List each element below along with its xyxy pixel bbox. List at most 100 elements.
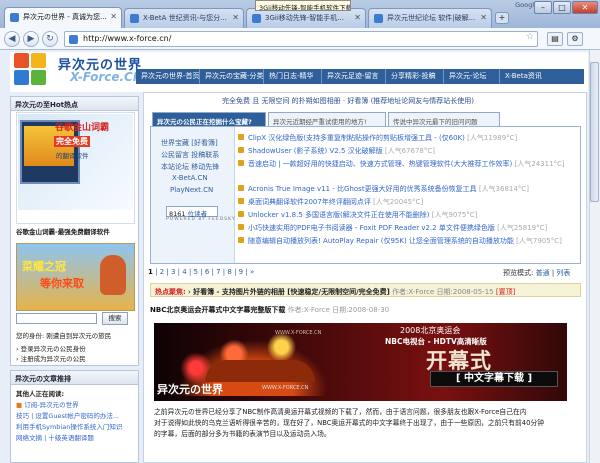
feed-item[interactable]: ShadowUser (影子系统) V2.5 汉化破解版 [人气67678°C]: [238, 146, 578, 156]
page-link[interactable]: 9: [239, 268, 243, 276]
feed-item[interactable]: Unlocker v1.8.5 多国语言版(解决文件正在使用不能删除) [人气9…: [238, 210, 578, 220]
hot-label: 热点聚焦:: [155, 288, 186, 296]
forward-icon[interactable]: ▶: [23, 31, 39, 47]
browser-tab-4[interactable]: 异次元世纪论坛 软件|破解... ✕: [368, 8, 492, 28]
feed-counter[interactable]: 8161 位读者: [166, 206, 218, 218]
tab-old-questions[interactable]: 传说中异次元最下的旧问问题: [388, 112, 500, 126]
new-tab-button[interactable]: +: [495, 12, 509, 24]
article-header[interactable]: NBC北京奥运会开幕式中文字幕完整版下载 作者:X-Force 日期:2008-…: [150, 305, 581, 315]
feed-item[interactable]: 小巧快速实用的PDF电子书阅读器 - Foxit PDF Reader v2.2…: [238, 223, 578, 233]
hot-meta: 作者:X-Force 日期:2008-05-15: [392, 288, 494, 296]
preview-normal-link[interactable]: 普通: [536, 269, 550, 277]
page-link[interactable]: 6: [205, 268, 209, 276]
close-tab-icon[interactable]: ✕: [232, 13, 239, 22]
tab-label: X-BetA 世纪资讯-与您分...: [143, 14, 227, 22]
feed-item[interactable]: Acronis True Image v11 - 比Ghost更强大好用的优秀系…: [238, 184, 578, 194]
page-link[interactable]: 5: [194, 268, 198, 276]
banner-subtitle: [ 中文字幕下载 ]: [430, 371, 558, 387]
stadium-graphic: [205, 360, 315, 382]
tab-recent-places[interactable]: 异次元近期经严重试使用的地方!: [268, 112, 386, 126]
browser-tab-1[interactable]: 异次元の世界 - 真诚为您... ✕: [4, 7, 122, 28]
nav-home[interactable]: 异次元の世界-首页: [136, 69, 200, 84]
sidebar-hot-title: 异次元の至Hot热点: [11, 97, 138, 111]
tab-label: 3Gii移动先锋-智能手机...: [265, 14, 344, 22]
nav-submit[interactable]: 分享精彩-投稿: [386, 69, 444, 84]
identity-text: 您的身份: 刚遭自到异次元の旅民: [16, 332, 112, 340]
reading-item[interactable]: ■ 订阅-异次元の世界: [16, 399, 79, 409]
nav-hot-posts[interactable]: 热门日志-精华: [264, 69, 322, 84]
site-logo-en[interactable]: X-Force.CN: [70, 70, 143, 84]
search-button[interactable]: 搜索: [102, 312, 128, 325]
item-bullet-icon: [238, 237, 244, 243]
close-tab-icon[interactable]: ✕: [480, 13, 487, 22]
feed-item[interactable]: ClipX 汉化绿色版(支持多重复制粘贴操作的剪贴板增强工具 - (仅60K) …: [238, 133, 578, 143]
banner-olympic-text: 2008北京奥运会: [400, 326, 461, 335]
address-bar[interactable]: http://www.x-force.cn/: [64, 31, 538, 47]
ad-kingsoft-title: 谷歌金山词霸: [55, 123, 110, 133]
page-menu-icon[interactable]: ▤: [547, 32, 563, 46]
hot-focus-bar[interactable]: 热点聚焦: › 好看簿 - 支持图片外链的相册 [快速稳定/无限制空间/完全免费…: [150, 283, 581, 297]
sidebar-reading-title: 异次元の文章推排: [11, 371, 138, 385]
browser-tab-2[interactable]: X-BetA 世纪资讯-与您分... ✕: [124, 8, 244, 28]
ad-game-line2: 等你来取: [40, 277, 84, 290]
scrollbar-thumb[interactable]: [590, 62, 599, 202]
panel-link[interactable]: X-BetA.CN: [172, 174, 208, 182]
back-icon[interactable]: ◀: [4, 31, 20, 47]
site-favicon-icon: [252, 14, 261, 23]
nav-xbeta[interactable]: X-Beta资讯: [500, 69, 544, 84]
search-input[interactable]: [16, 313, 97, 324]
panel-link[interactable]: PlayNext.CN: [170, 186, 213, 194]
ad-kingsoft-desc: 的翻译软件: [56, 152, 89, 160]
bookmark-star-icon[interactable]: ☆: [526, 32, 534, 42]
panel-link[interactable]: 本站论坛 移动先锋: [161, 162, 219, 172]
tab-tooltip: 3Gii移动先锋-智能手机软件下载站: [255, 0, 351, 11]
panel-link[interactable]: 公民留言 投稿联系: [161, 150, 219, 160]
url-text: http://www.x-force.cn/: [83, 34, 172, 43]
ad-kingsoft-caption[interactable]: 谷歌金山词霸-最强免费翻译软件: [16, 226, 138, 236]
close-tab-icon[interactable]: ✕: [354, 13, 361, 22]
wrench-icon[interactable]: ⚙: [567, 32, 583, 46]
nav-categories[interactable]: 异次元の宝藏-分类: [200, 69, 264, 84]
nav-guestbook[interactable]: 异次元足迹-留言: [322, 69, 386, 84]
tab-citizens-digging[interactable]: 异次元の公民正在挖掘什么宝藏?: [152, 112, 266, 126]
pinned-badge: [置顶]: [495, 288, 516, 296]
ad-kingsoft-free: 完全免费: [54, 136, 90, 147]
reload-icon[interactable]: ↻: [42, 31, 58, 47]
item-bullet-icon: [238, 134, 244, 140]
page-link[interactable]: 4: [182, 268, 186, 276]
maximize-button[interactable]: □: [553, 1, 571, 14]
panel-link[interactable]: 世界宝藏 [好看簿]: [161, 138, 218, 148]
page-link[interactable]: 8: [227, 268, 231, 276]
reading-subtitle: 其他人正在阅读:: [16, 390, 65, 398]
page-current: 1: [148, 268, 153, 276]
browser-tab-3[interactable]: 3Gii移动先锋-智能手机... ✕: [246, 8, 366, 28]
site-logo-icon[interactable]: [14, 53, 48, 89]
preview-list-link[interactable]: 列表: [556, 269, 570, 277]
item-bullet-icon: [238, 147, 244, 153]
feed-item[interactable]: 音速启动 | 一款超好用的快捷启动、快速方式管理、热键管理软件(大大推荐工作效率…: [238, 159, 578, 181]
page-link[interactable]: 7: [216, 268, 220, 276]
feed-item[interactable]: 随意编辑自动播放列表! AutoPlay Repair (仅95K) 让您全面管…: [238, 236, 578, 258]
reading-item[interactable]: 网络文摘 | 十级英语翻译题: [16, 432, 138, 442]
tab-label: 异次元の世界 - 真诚为您...: [23, 13, 107, 21]
register-link[interactable]: › 注册成为异次元の公民: [16, 353, 86, 363]
promo-line[interactable]: 完全免费 且 无限空间 的扑朔如图相册 · 好看簿 (推荐地址论网友与情荐站长使…: [222, 96, 474, 106]
feed-item[interactable]: 桌面词典翻译软件2007年终评翻阅点评 [人气20045°C]: [238, 197, 578, 207]
minimize-button[interactable]: –: [534, 1, 552, 14]
reading-item[interactable]: 技巧 | 设置Guest帐户密码的办法...: [16, 410, 138, 420]
article-title: NBC北京奥运会开幕式中文字幕完整版下载: [150, 306, 286, 314]
site-nav: 异次元の世界-首页 异次元の宝藏-分类 热门日志-精华 异次元足迹-留言 分享精…: [136, 69, 584, 84]
article-paragraph-line: 之前异次元の世界已经分享了NBC制作高清奥运开幕式视频的下载了，然而，由于语言问…: [154, 408, 527, 416]
page-link[interactable]: 2: [160, 268, 164, 276]
close-tab-icon[interactable]: ✕: [110, 12, 117, 21]
rss-icon: ■: [16, 401, 23, 409]
page-link[interactable]: 3: [171, 268, 175, 276]
preview-mode: 预览模式: 普通 | 列表: [503, 269, 571, 277]
browser-toolbar: ◀ ▶ ↻ http://www.x-force.cn/ ☆ ▤ ⚙: [0, 28, 600, 50]
login-link[interactable]: › 登录异次元の公民身份: [16, 343, 86, 353]
nav-forum[interactable]: 异次元-论坛: [444, 69, 500, 84]
item-bullet-icon: [238, 224, 244, 230]
reading-item[interactable]: 利用手机Symbian操作系统入门知识: [16, 421, 138, 431]
page-next[interactable]: »: [250, 268, 254, 276]
close-window-button[interactable]: ✕: [572, 1, 598, 14]
